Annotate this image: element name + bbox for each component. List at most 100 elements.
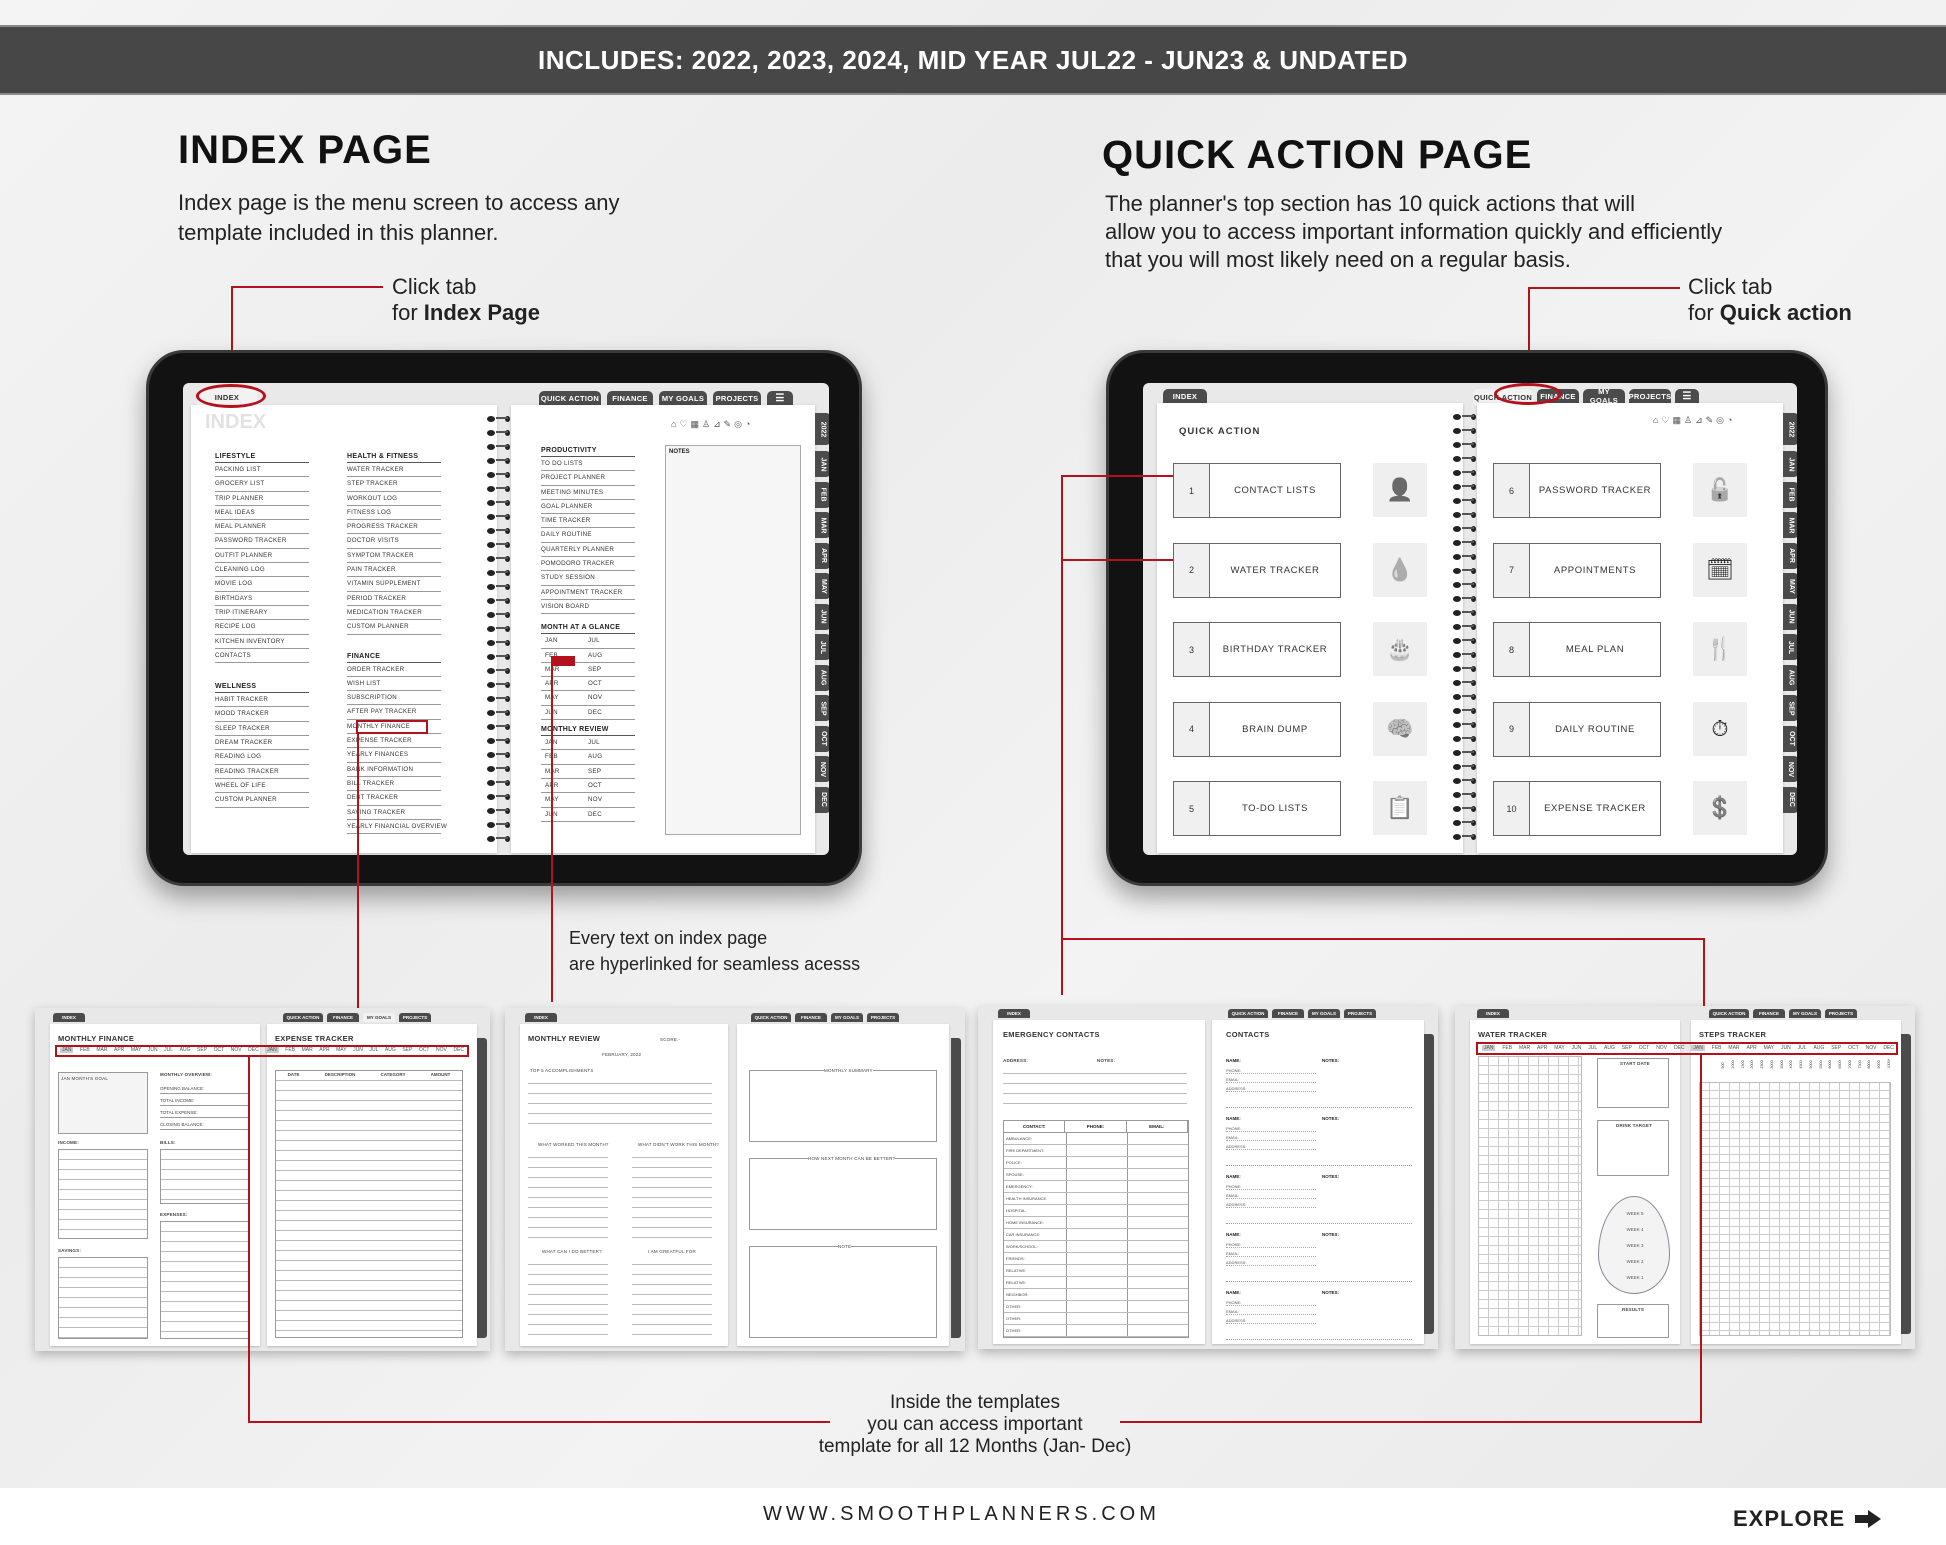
tab-projects[interactable]: PROJECTS — [1825, 1009, 1857, 1018]
side-tab-2022[interactable]: 2022 — [815, 413, 829, 445]
water-drop-icon[interactable]: 💧 — [1373, 542, 1427, 597]
side-tab-dec[interactable]: DEC — [1783, 786, 1797, 813]
month-link[interactable]: NOV — [588, 691, 602, 704]
index-link[interactable]: CUSTOM PLANNER — [347, 620, 441, 635]
tab-index[interactable]: INDEX — [1163, 389, 1207, 403]
savings-table[interactable] — [58, 1257, 148, 1339]
nav-icons-bar[interactable]: ⌂♡▦♙⊿✎◎◔ — [1653, 415, 1735, 426]
index-link[interactable]: SAVING TRACKER — [347, 806, 441, 820]
emergency-row[interactable]: CAR INSURANCE: — [1004, 1229, 1188, 1241]
side-tab-jan[interactable]: JAN — [815, 451, 829, 477]
month-link[interactable]: JUN — [353, 1047, 363, 1053]
quick-action-meal-plan[interactable]: 8 MEAL PLAN — [1493, 622, 1661, 677]
month-link[interactable]: FEB — [541, 750, 588, 763]
month-link[interactable]: JUN — [1572, 1045, 1582, 1051]
index-link[interactable]: MEETING MINUTES — [541, 486, 635, 500]
tab-quick-action[interactable]: QUICK ACTION — [283, 1013, 323, 1022]
month-link[interactable]: DEC — [453, 1047, 464, 1053]
quick-action-birthday-tracker[interactable]: 3 BIRTHDAY TRACKER — [1173, 622, 1341, 677]
months-bar[interactable]: JAN FEB MAR APR MAY JUN JUL AUG SEP OCT NOV DEC JAN F… — [60, 1047, 464, 1053]
month-link[interactable]: SEP — [402, 1047, 412, 1053]
email-cell[interactable] — [1128, 1301, 1188, 1312]
month-link[interactable]: JAN — [1691, 1045, 1705, 1051]
emergency-row[interactable]: HOME INSURANCE: — [1004, 1217, 1188, 1229]
month-link[interactable]: JAN — [541, 634, 588, 647]
start-date-box[interactable]: START DATE — [1597, 1058, 1669, 1108]
index-link[interactable]: GROCERY LIST — [215, 477, 309, 492]
contact-block[interactable]: NAME: NOTES: PHONE: EMAIL: ADDRESS: — [1226, 1290, 1412, 1340]
tab-my-goals[interactable]: MY GOALS — [363, 1013, 395, 1022]
month-link[interactable]: MAR — [1519, 1045, 1530, 1051]
month-link[interactable]: DEC — [588, 706, 602, 719]
month-link[interactable]: SEP — [588, 765, 601, 778]
month-link[interactable]: NOV — [436, 1047, 447, 1053]
tab-quick-action[interactable]: QUICK ACTION — [539, 391, 601, 405]
phone-cell[interactable] — [1067, 1229, 1128, 1240]
month-link[interactable]: MAY — [131, 1047, 141, 1053]
emergency-row[interactable]: FIRE DEPARTMENT: — [1004, 1145, 1188, 1157]
phone-cell[interactable] — [1067, 1217, 1128, 1228]
clipboard-clock-icon[interactable]: 🗓 — [1693, 542, 1747, 597]
index-link[interactable]: EXPENSE TRACKER — [347, 734, 441, 749]
index-link[interactable]: MOOD TRACKER — [215, 707, 309, 722]
side-tab-apr[interactable]: APR — [1783, 542, 1797, 569]
thumbnail-monthly-finance[interactable]: INDEX QUICK ACTION FINANCE MY GOALS PROJ… — [35, 1008, 490, 1351]
index-link[interactable]: PROGRESS TRACKER — [347, 520, 441, 535]
tab-quick-action[interactable]: QUICK ACTION — [1709, 1009, 1749, 1018]
fork-spoon-plate-icon[interactable]: 🍴 — [1693, 622, 1747, 676]
index-link[interactable]: SLEEP TRACKER — [215, 722, 309, 737]
index-link[interactable]: CUSTOM PLANNER — [215, 793, 309, 808]
side-tab-oct[interactable]: OCT — [815, 725, 829, 752]
month-link[interactable]: OCT — [1848, 1045, 1859, 1051]
quick-action-password-tracker[interactable]: 6 PASSWORD TRACKER — [1493, 463, 1661, 518]
index-link[interactable]: WHEEL OF LIFE — [215, 779, 309, 794]
email-cell[interactable] — [1128, 1253, 1188, 1264]
phone-cell[interactable] — [1067, 1289, 1128, 1300]
emergency-row[interactable]: OTHER: — [1004, 1301, 1188, 1313]
index-link[interactable]: HABIT TRACKER — [215, 693, 309, 708]
quick-action-appointments[interactable]: 7 APPOINTMENTS — [1493, 542, 1661, 598]
quick-action-contact-lists[interactable]: 1 CONTACT LISTS — [1173, 463, 1341, 518]
side-tab-feb[interactable]: FEB — [815, 481, 829, 508]
side-month-tabs[interactable] — [477, 1038, 487, 1338]
emergency-table[interactable]: CONTACT: PHONE: EMAIL: AMBULANCE: FIRE DEPA… — [1003, 1120, 1189, 1338]
month-link[interactable]: NOV — [231, 1047, 242, 1053]
index-link[interactable]: TRIP PLANNER — [215, 492, 309, 506]
index-link[interactable]: YEARLY FINANCIAL OVERVIEW — [347, 820, 447, 835]
index-link[interactable]: GOAL PLANNER — [541, 500, 635, 515]
tab-projects[interactable]: PROJECTS — [399, 1013, 431, 1022]
month-link[interactable]: DEC — [248, 1047, 259, 1053]
tab-my-goals[interactable]: MY GOALS — [659, 391, 707, 405]
clipboard-list-icon[interactable]: 📋 — [1373, 781, 1427, 835]
month-link[interactable]: DEC — [1883, 1045, 1894, 1051]
side-tab-2022[interactable]: 2022 — [1783, 413, 1797, 445]
index-link[interactable]: DOCTOR VISITS — [347, 534, 441, 549]
email-cell[interactable] — [1128, 1241, 1188, 1252]
tab-projects[interactable]: PROJECTS — [713, 391, 761, 405]
month-link[interactable]: MAR — [302, 1047, 313, 1053]
contact-block[interactable]: NAME: NOTES: PHONE: EMAIL: ADDRESS: — [1226, 1058, 1412, 1108]
index-link[interactable]: WATER TRACKER — [347, 463, 441, 478]
steps-grid[interactable] — [1699, 1082, 1891, 1336]
phone-cell[interactable] — [1067, 1313, 1128, 1324]
tab-finance[interactable]: FINANCE — [607, 391, 653, 405]
phone-cell[interactable] — [1067, 1181, 1128, 1192]
side-tab-sep[interactable]: SEP — [1783, 695, 1797, 721]
emergency-row[interactable]: FRIENDS: — [1004, 1253, 1188, 1265]
emergency-row[interactable]: AMBULANCE: — [1004, 1133, 1188, 1145]
better-lines[interactable] — [528, 1255, 608, 1340]
month-link[interactable]: JUL — [1798, 1045, 1807, 1051]
emergency-row[interactable]: OTHER: — [1004, 1313, 1188, 1325]
phone-cell[interactable] — [1067, 1253, 1128, 1264]
month-link[interactable]: JUL — [588, 634, 600, 647]
side-tab-dec[interactable]: DEC — [815, 786, 829, 813]
tab-my-goals[interactable]: MY GOALS — [1308, 1009, 1340, 1018]
index-link[interactable]: CLEANING LOG — [215, 563, 309, 578]
side-month-tabs[interactable] — [951, 1038, 961, 1338]
month-link[interactable]: SEP — [1622, 1045, 1632, 1051]
income-table[interactable] — [58, 1149, 148, 1239]
index-link[interactable]: VITAMIN SUPPLEMENT — [347, 577, 441, 592]
month-link[interactable]: APR — [1537, 1045, 1547, 1051]
month-link[interactable]: APR — [541, 779, 588, 792]
month-link[interactable]: OCT — [419, 1047, 430, 1053]
